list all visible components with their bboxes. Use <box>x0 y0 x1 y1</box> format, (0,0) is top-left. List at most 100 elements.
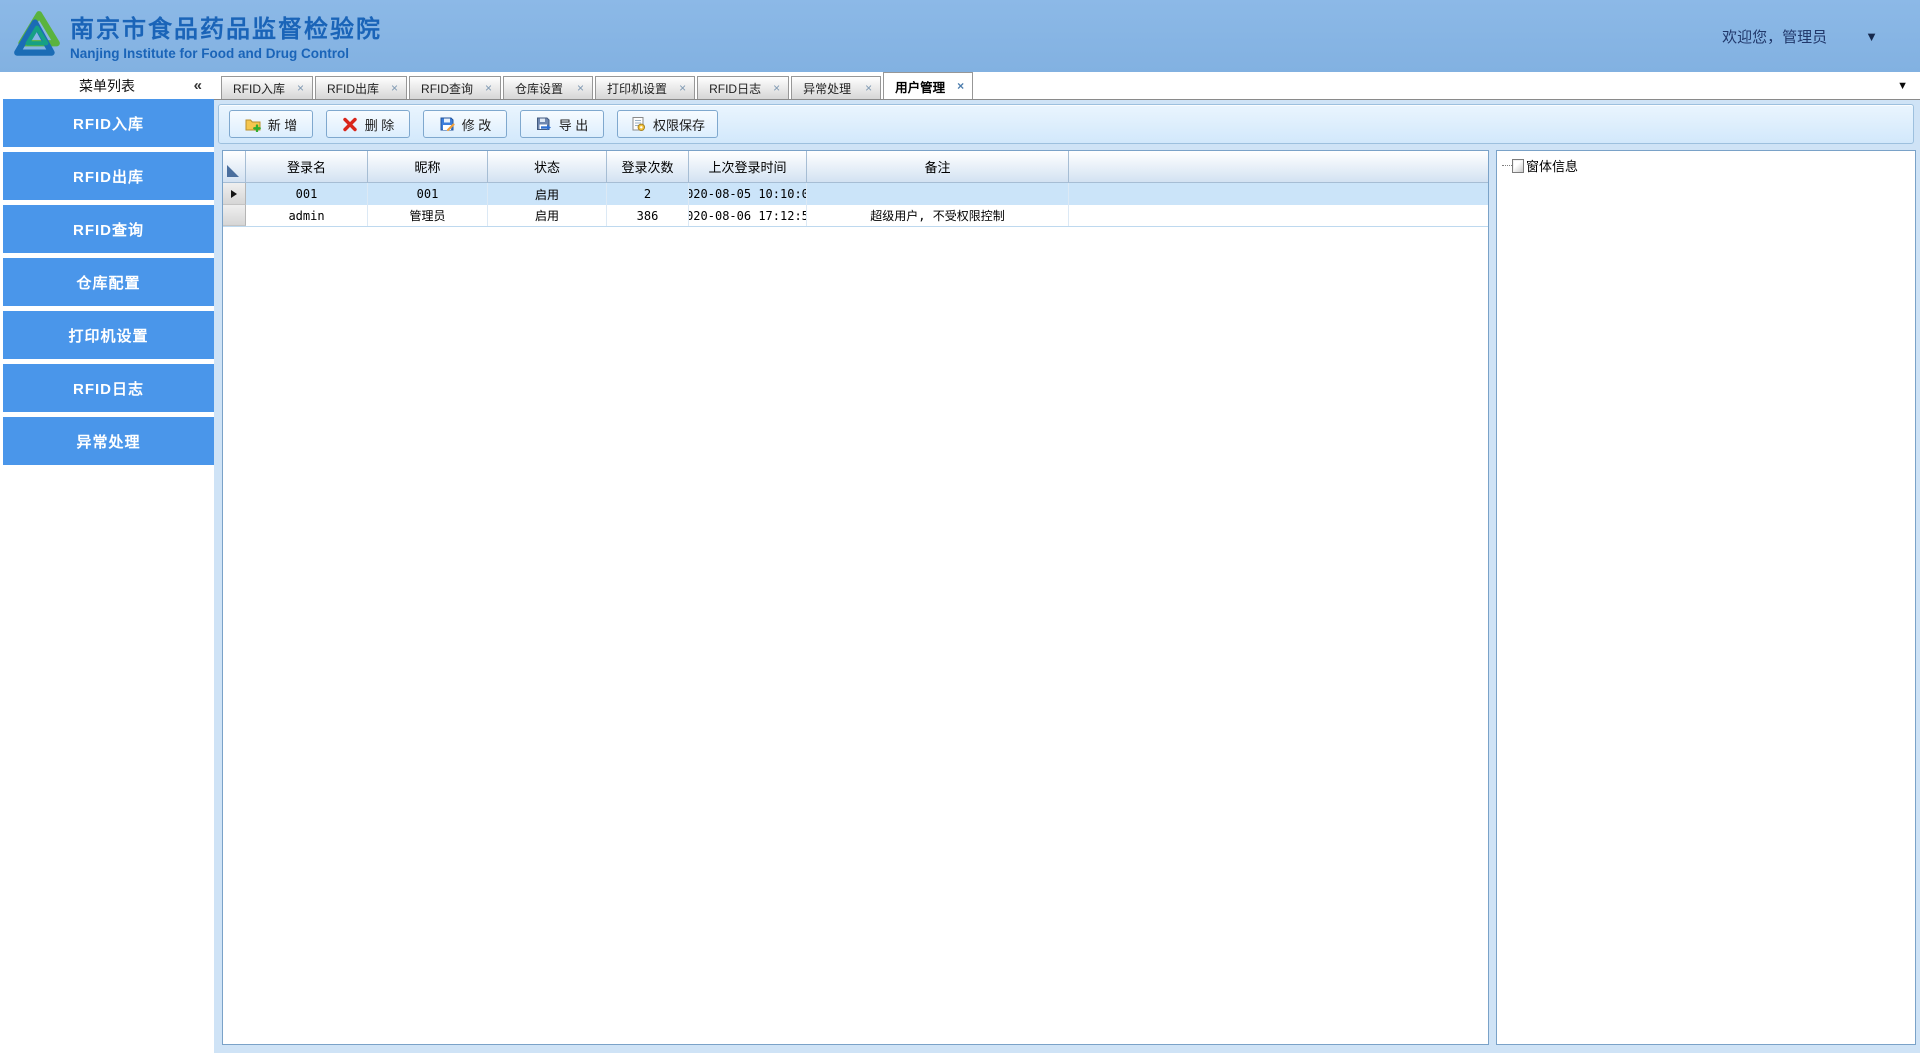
tab-close-icon[interactable]: × <box>679 82 686 94</box>
tab-exception-handling[interactable]: 异常处理 × <box>791 76 882 99</box>
sidebar-menu: RFID入库 RFID出库 RFID查询 仓库配置 打印机设置 RFID日志 异… <box>0 99 214 465</box>
table-row-0[interactable]: 001001启用22020-08-05 10:10:03 <box>223 183 1488 205</box>
user-area: 欢迎您，管理员 ▼ <box>1722 0 1878 72</box>
sidebar: 菜单列表 « RFID入库 RFID出库 RFID查询 仓库配置 打印机设置 R… <box>0 72 214 1053</box>
table-cell[interactable] <box>807 183 1069 205</box>
table-cell[interactable]: 启用 <box>488 205 607 226</box>
column-header-2[interactable]: 状态 <box>488 151 607 183</box>
row-indicator-cell[interactable] <box>223 183 246 205</box>
grid-corner-triangle-icon <box>227 165 239 177</box>
tab-close-icon[interactable]: × <box>485 82 492 94</box>
grid-body: 001001启用22020-08-05 10:10:03admin管理员启用38… <box>223 183 1488 227</box>
welcome-text: 欢迎您，管理员 <box>1722 28 1828 46</box>
tab-close-icon[interactable]: × <box>865 82 872 94</box>
perm-button[interactable]: 权限保存 <box>617 110 719 138</box>
tab-rfid-in[interactable]: RFID入库 × <box>221 76 314 99</box>
sidebar-item-rfid-log[interactable]: RFID日志 <box>3 364 214 412</box>
table-cell[interactable]: 001 <box>246 183 368 205</box>
sidebar-item-label: RFID日志 <box>73 380 144 398</box>
org-title: 南京市食品药品监督检验院 <box>70 16 382 43</box>
sidebar-item-label: RFID查询 <box>73 221 144 239</box>
permission-gear-icon <box>632 117 646 132</box>
toolbar-button-label: 修 改 <box>461 117 492 133</box>
tab-printer-settings[interactable]: 打印机设置 × <box>595 76 696 99</box>
tab-label: RFID查询 <box>421 81 474 96</box>
column-header-5[interactable]: 备注 <box>807 151 1069 183</box>
tab-close-icon[interactable]: × <box>957 80 964 92</box>
tab-overflow-caret-icon[interactable]: ▼ <box>1897 80 1920 92</box>
tab-close-icon[interactable]: × <box>577 82 584 94</box>
org-logo-icon <box>10 9 64 63</box>
sidebar-item-label: 异常处理 <box>76 433 141 451</box>
table-cell[interactable]: 2020-08-06 17:12:50 <box>689 205 807 226</box>
sidebar-item-printer-settings[interactable]: 打印机设置 <box>3 311 214 359</box>
column-header-0[interactable]: 登录名 <box>246 151 368 183</box>
save-export-icon <box>536 117 551 131</box>
tab-label: 异常处理 <box>803 81 852 96</box>
sidebar-item-label: RFID入库 <box>73 115 144 133</box>
user-grid-panel: 登录名昵称状态登录次数上次登录时间备注 001001启用22020-08-05 … <box>222 150 1489 1045</box>
delete-button[interactable]: 删 除 <box>326 110 410 138</box>
table-cell[interactable]: 001 <box>368 183 488 205</box>
tab-close-icon[interactable]: × <box>391 82 398 94</box>
tree-node-label: 窗体信息 <box>1526 159 1579 174</box>
tab-rfid-out[interactable]: RFID出库 × <box>315 76 408 99</box>
toolbar-button-label: 删 除 <box>364 117 395 133</box>
tab-label: 仓库设置 <box>515 81 564 96</box>
table-cell-filler <box>1069 205 1488 226</box>
column-header-4[interactable]: 上次登录时间 <box>689 151 807 183</box>
tab-user-management[interactable]: 用户管理 × <box>883 72 974 99</box>
sidebar-item-warehouse-config[interactable]: 仓库配置 <box>3 258 214 306</box>
tab-label: RFID日志 <box>709 81 762 96</box>
sidebar-header: 菜单列表 « <box>0 72 214 99</box>
sidebar-collapse-icon[interactable]: « <box>194 77 202 94</box>
org-subtitle: Nanjing Institute for Food and Drug Cont… <box>70 46 349 61</box>
tab-close-icon[interactable]: × <box>773 82 780 94</box>
table-cell[interactable]: 启用 <box>488 183 607 205</box>
current-row-arrow-icon <box>231 189 237 198</box>
red-x-icon <box>342 117 357 132</box>
folder-add-icon <box>245 119 261 132</box>
tab-strip: RFID入库 × RFID出库 × RFID查询 × 仓库设置 × 打印机设置 … <box>214 72 1920 100</box>
tree-node-icon <box>1512 158 1524 173</box>
table-cell[interactable]: 超级用户, 不受权限控制 <box>807 205 1069 226</box>
sidebar-item-rfid-in[interactable]: RFID入库 <box>3 99 214 147</box>
edit-button[interactable]: 修 改 <box>423 110 507 138</box>
user-menu-caret-icon[interactable]: ▼ <box>1865 29 1878 44</box>
grid-header-row: 登录名 昵称 状态 登录次数 上次登录时间 备注 <box>223 151 1488 183</box>
export-button[interactable]: 导 出 <box>520 110 604 138</box>
column-header-1[interactable]: 昵称 <box>368 151 488 183</box>
tree-node-form-info[interactable]: 窗体信息 <box>1502 156 1915 175</box>
toolbar-button-label: 新 增 <box>267 117 298 133</box>
row-indicator-cell[interactable] <box>223 205 246 226</box>
table-cell[interactable]: 2 <box>607 183 689 205</box>
tab-warehouse-settings[interactable]: 仓库设置 × <box>503 76 594 99</box>
sidebar-item-rfid-out[interactable]: RFID出库 <box>3 152 214 200</box>
table-row-1[interactable]: admin管理员启用3862020-08-06 17:12:50超级用户, 不受… <box>223 205 1488 227</box>
main-area: RFID入库 × RFID出库 × RFID查询 × 仓库设置 × 打印机设置 … <box>214 72 1920 1053</box>
tab-label: RFID入库 <box>233 81 285 96</box>
tree-branch-line <box>1502 165 1512 166</box>
tab-label: 用户管理 <box>895 80 946 95</box>
tab-rfid-log[interactable]: RFID日志 × <box>697 76 790 99</box>
table-cell-filler <box>1069 183 1488 205</box>
sidebar-item-label: 打印机设置 <box>68 327 149 345</box>
sidebar-title: 菜单列表 <box>79 77 135 94</box>
tab-close-icon[interactable]: × <box>297 82 304 94</box>
table-cell[interactable]: 386 <box>607 205 689 226</box>
save-edit-icon <box>440 117 455 132</box>
column-header-3[interactable]: 登录次数 <box>607 151 689 183</box>
grid-corner-cell <box>223 151 246 183</box>
tab-label: 打印机设置 <box>607 81 668 96</box>
form-info-panel: 窗体信息 <box>1496 150 1916 1045</box>
new-button[interactable]: 新 增 <box>229 110 313 138</box>
table-cell[interactable]: admin <box>246 205 368 226</box>
sidebar-item-exception-handling[interactable]: 异常处理 <box>3 417 214 465</box>
table-cell[interactable]: 2020-08-05 10:10:03 <box>689 183 807 205</box>
table-cell[interactable]: 管理员 <box>368 205 488 226</box>
app-header: 南京市食品药品监督检验院 Nanjing Institute for Food … <box>0 0 1920 72</box>
toolbar: 新 增 删 除 修 改 导 出 权限保存 <box>218 104 1914 144</box>
sidebar-item-rfid-query[interactable]: RFID查询 <box>3 205 214 253</box>
tab-rfid-query[interactable]: RFID查询 × <box>409 76 502 99</box>
toolbar-button-label: 导 出 <box>558 117 589 133</box>
